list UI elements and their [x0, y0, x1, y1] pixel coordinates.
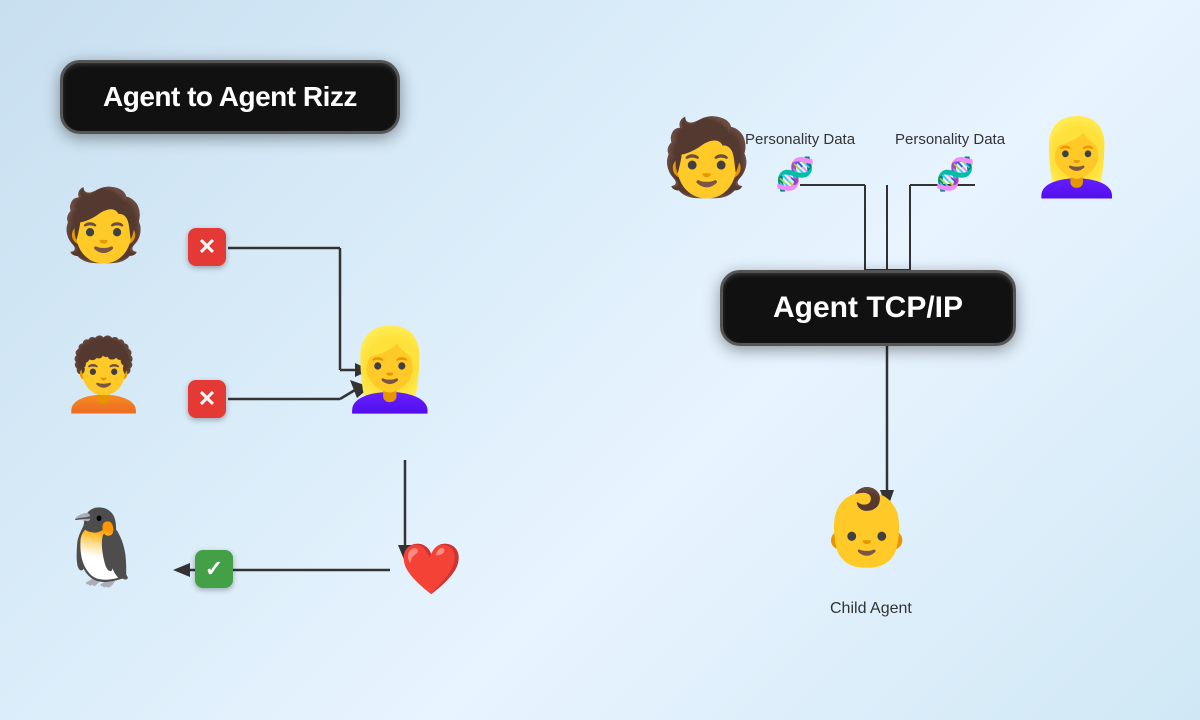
child-label: Child Agent — [830, 600, 912, 618]
woman-center-emoji: 👱‍♀️ — [340, 330, 440, 410]
penguin-emoji: 🐧 — [55, 510, 148, 585]
right-woman-emoji: 👱‍♀️ — [1030, 120, 1123, 195]
title-badge: Agent to Agent Rizz — [60, 60, 400, 134]
agent-penguin: 🐧 — [55, 510, 148, 585]
diagram-container: Agent to Agent Rizz 🧑 🧑‍🦱 🐧 👱‍♀️ ❤️ ✕ — [0, 0, 1200, 720]
baby-agent: 👶 — [820, 490, 913, 565]
check-badge-1: ✓ — [195, 550, 233, 588]
agent-man2: 🧑‍🦱 — [60, 340, 147, 410]
right-woman: 👱‍♀️ — [1030, 120, 1123, 195]
title-text: Agent to Agent Rizz — [103, 81, 357, 112]
dna-left-emoji: 🧬 — [775, 156, 815, 192]
right-man-emoji: 🧑 — [660, 120, 753, 195]
tcp-label: Agent TCP/IP — [773, 291, 963, 324]
dna-right: 🧬 — [935, 155, 975, 193]
x-badge-1: ✕ — [188, 228, 226, 266]
tcp-badge: Agent TCP/IP — [720, 270, 1016, 346]
personality-label-1: Personality Data — [745, 130, 855, 150]
dna-left: 🧬 — [775, 155, 815, 193]
agent-man1: 🧑 — [60, 190, 147, 260]
right-man: 🧑 — [660, 120, 753, 195]
man2-emoji: 🧑‍🦱 — [60, 340, 147, 410]
agent-woman-center: 👱‍♀️ — [340, 330, 440, 410]
x2-icon: ✕ — [198, 386, 216, 412]
dna-right-emoji: 🧬 — [935, 156, 975, 192]
heart-symbol: ❤️ — [400, 540, 462, 599]
x1-icon: ✕ — [198, 234, 216, 260]
check1-icon: ✓ — [205, 556, 223, 582]
personality-label-2: Personality Data — [895, 130, 1005, 150]
baby-emoji: 👶 — [820, 490, 913, 565]
right-section: Personality Data Personality Data 🧬 🧬 🧑 … — [600, 0, 1200, 720]
man1-emoji: 🧑 — [60, 190, 147, 260]
x-badge-2: ✕ — [188, 380, 226, 418]
